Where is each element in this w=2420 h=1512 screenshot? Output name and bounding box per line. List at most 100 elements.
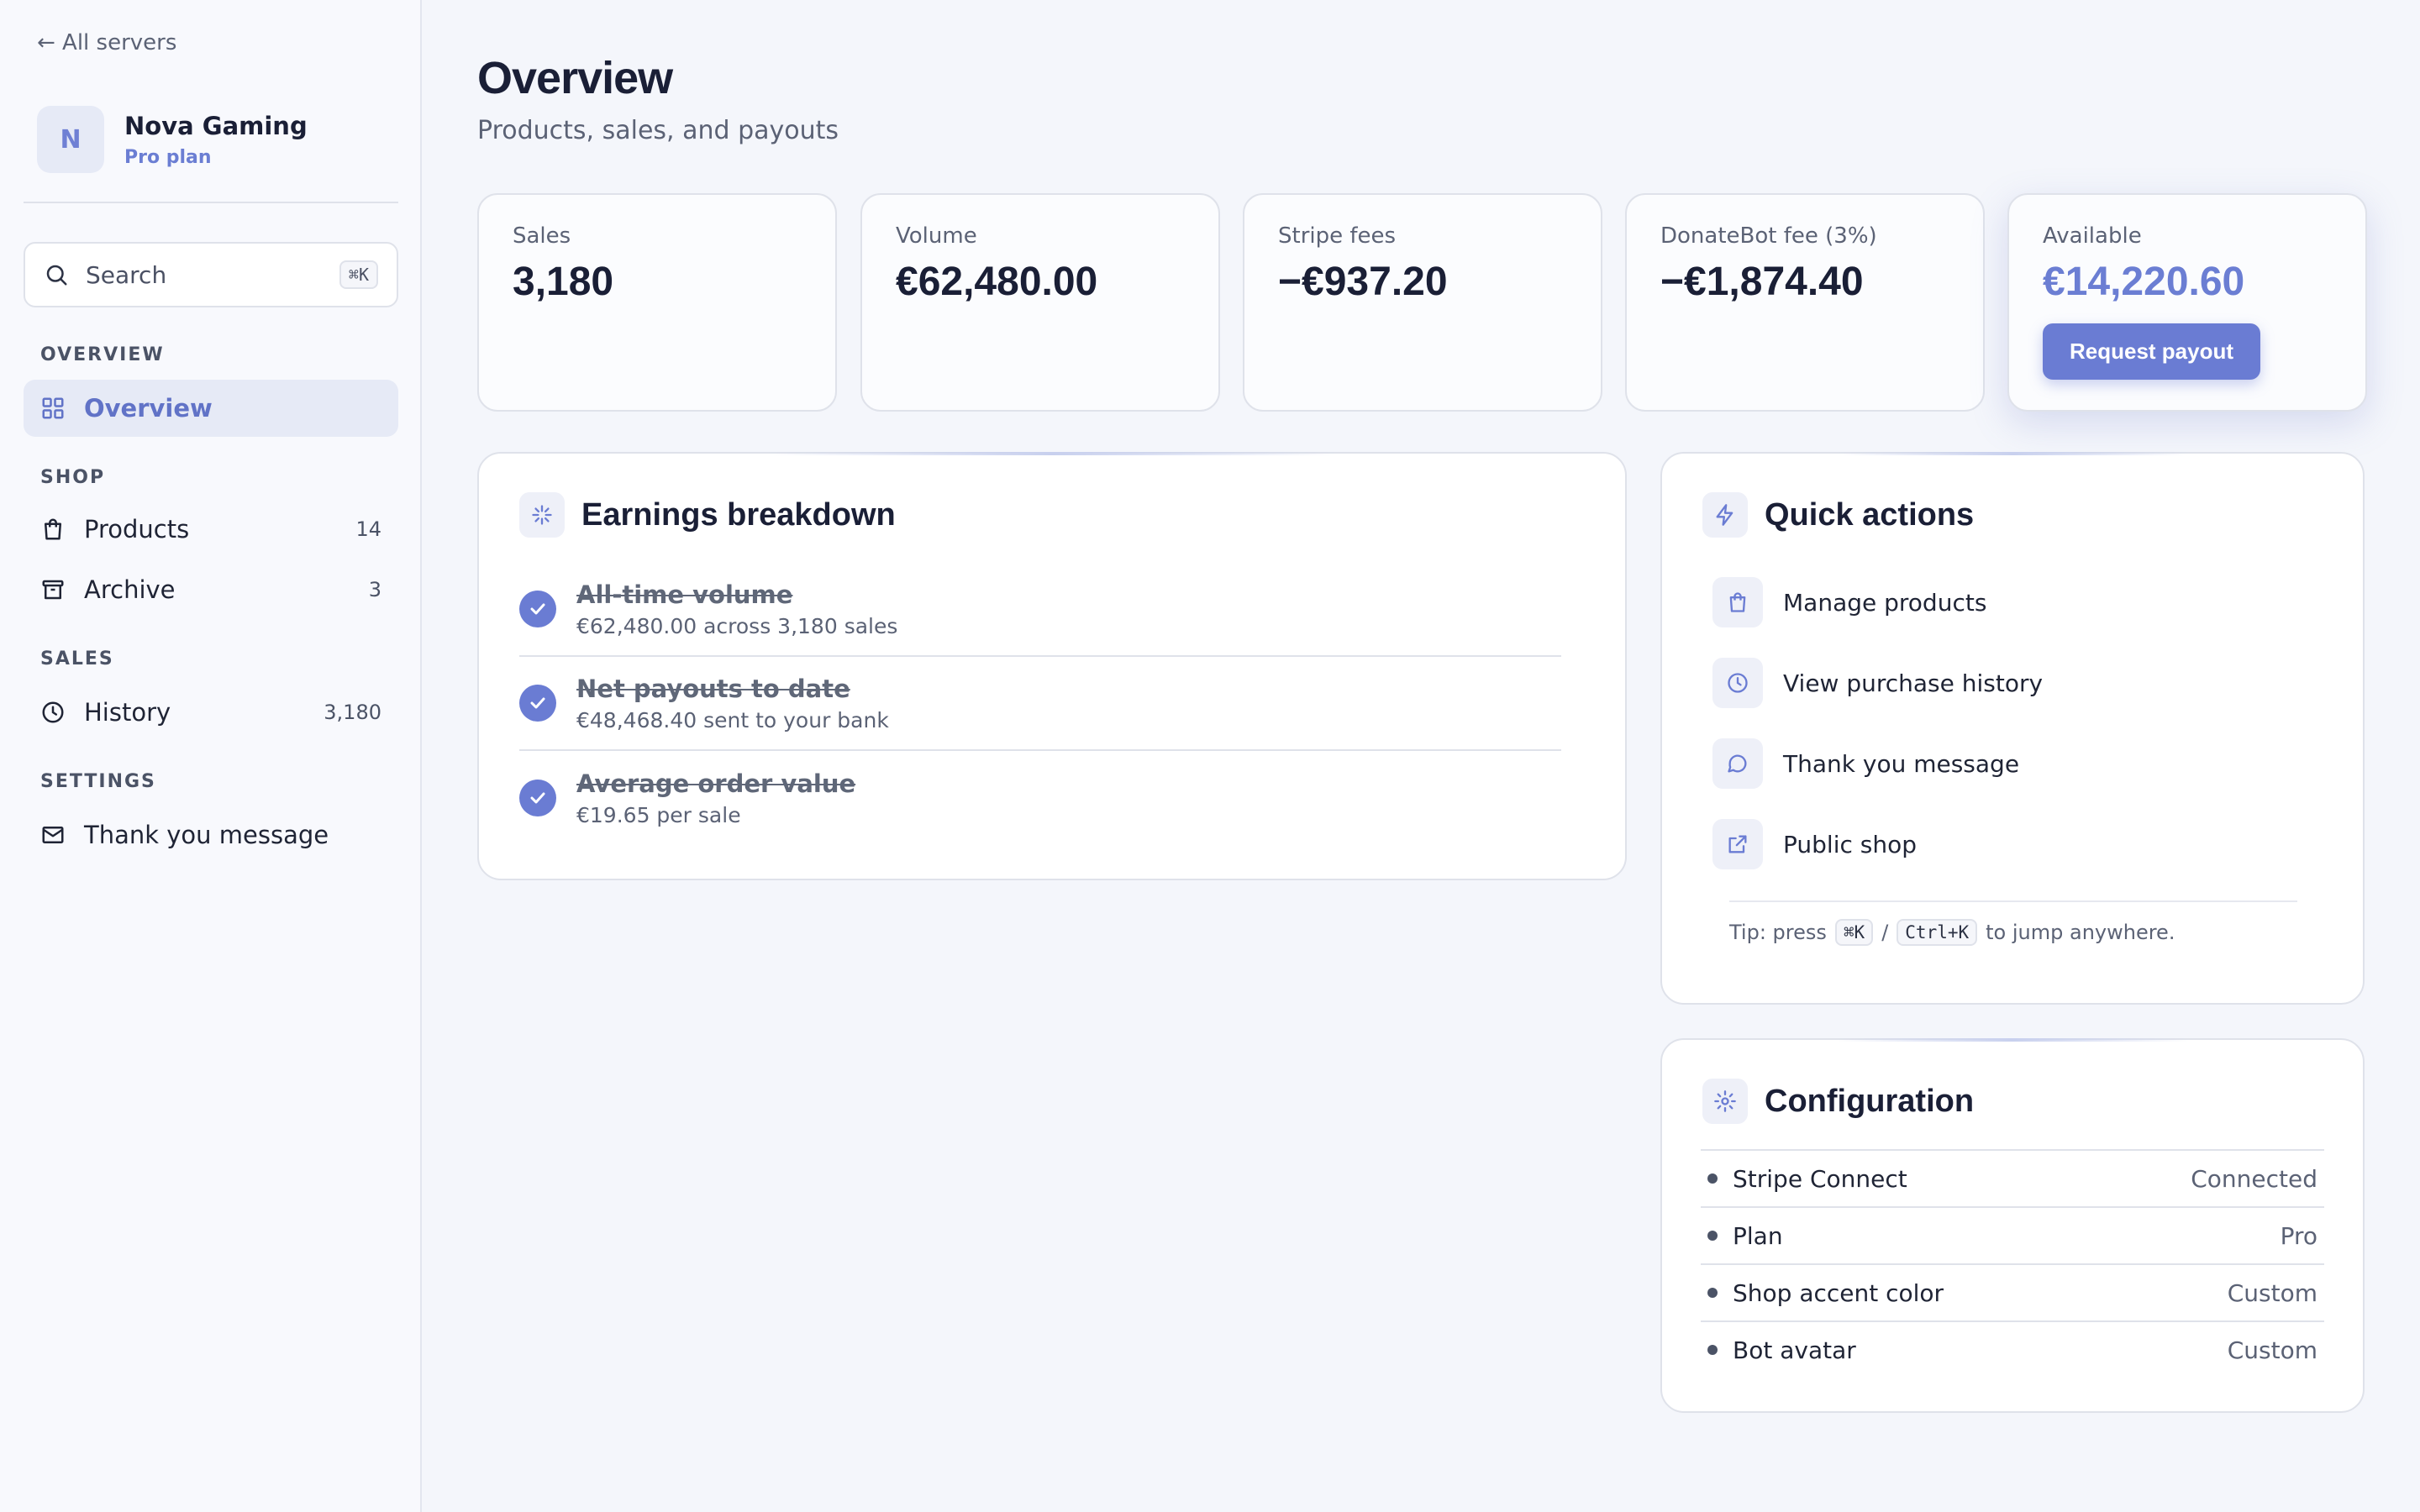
page-subtitle: Products, sales, and payouts bbox=[477, 116, 839, 145]
stat-card-available: Available €14,220.60 Request payout bbox=[2007, 193, 2367, 412]
sidebar-item-label: Products bbox=[84, 515, 190, 543]
panel-title: Earnings breakdown bbox=[581, 496, 896, 533]
quick-action-label: Thank you message bbox=[1783, 749, 2020, 778]
stat-card-sales: Sales 3,180 bbox=[477, 193, 837, 412]
stat-card-stripe-fees: Stripe fees −€937.20 bbox=[1243, 193, 1602, 412]
stat-card-donatebot-fee: DonateBot fee (3%) −€1,874.40 bbox=[1625, 193, 1985, 412]
earnings-row-title: Net payouts to date bbox=[576, 674, 850, 703]
stat-value: €14,220.60 bbox=[2043, 260, 2245, 304]
earnings-row-text: All-time volume €62,480.00 across 3,180 … bbox=[576, 580, 897, 638]
earnings-row-subtitle: €48,468.40 sent to your bank bbox=[576, 707, 889, 732]
config-row-stripe-connect: Stripe Connect Connected bbox=[1701, 1149, 2324, 1206]
stat-label: Sales bbox=[513, 223, 571, 249]
sidebar-item-products[interactable]: Products 14 bbox=[24, 501, 398, 558]
sidebar-item-count: 3,180 bbox=[324, 701, 381, 724]
quick-action-public-shop[interactable]: Public shop bbox=[1712, 818, 1917, 870]
tip-prefix: Tip: press bbox=[1729, 921, 1827, 944]
sidebar-item-count: 3 bbox=[368, 578, 381, 601]
bullet bbox=[1707, 1288, 1718, 1298]
app-root: ← All servers N Nova Gaming Pro plan Sea… bbox=[0, 0, 2420, 1512]
quick-action-label: View purchase history bbox=[1783, 669, 2044, 697]
config-label: Plan bbox=[1733, 1221, 1783, 1250]
quick-actions-divider bbox=[1729, 900, 2297, 902]
tip-suffix: to jump anywhere. bbox=[1986, 921, 2175, 944]
stat-value: −€937.20 bbox=[1278, 260, 1448, 304]
stat-value: 3,180 bbox=[513, 260, 614, 304]
section-heading-shop: SHOP bbox=[40, 467, 106, 488]
quick-action-label: Public shop bbox=[1783, 830, 1918, 858]
quick-actions-panel: Quick actions Manage products View purch… bbox=[1660, 452, 2365, 1005]
server-plan: Pro plan bbox=[124, 146, 212, 168]
server-meta: Nova Gaming Pro plan bbox=[124, 112, 308, 168]
config-label: Shop accent color bbox=[1733, 1278, 1944, 1307]
earnings-row-subtitle: €62,480.00 across 3,180 sales bbox=[576, 613, 898, 638]
sidebar-item-label: Archive bbox=[84, 575, 176, 604]
request-payout-button[interactable]: Request payout bbox=[2043, 323, 2261, 380]
stat-label: Available bbox=[2043, 223, 2142, 249]
all-servers-link[interactable]: ← All servers bbox=[37, 30, 176, 55]
check-icon bbox=[519, 685, 556, 722]
sidebar: ← All servers N Nova Gaming Pro plan Sea… bbox=[0, 0, 422, 1512]
stat-label: Stripe fees bbox=[1278, 223, 1397, 249]
config-label: Stripe Connect bbox=[1733, 1164, 1907, 1193]
earnings-row-subtitle: €19.65 per sale bbox=[576, 802, 741, 827]
tip-key-cmd-k: ⌘K bbox=[1834, 919, 1874, 946]
config-row-plan: Plan Pro bbox=[1701, 1206, 2324, 1263]
gear-icon bbox=[1702, 1079, 1748, 1124]
stat-value: −€1,874.40 bbox=[1660, 260, 1864, 304]
earnings-row-text: Average order value €19.65 per sale bbox=[576, 769, 855, 827]
sidebar-divider bbox=[24, 202, 398, 203]
tip-separator: / bbox=[1881, 921, 1889, 944]
chat-bubble-icon bbox=[1712, 738, 1763, 789]
quick-action-view-purchase-history[interactable]: View purchase history bbox=[1712, 657, 2043, 709]
quick-action-manage-products[interactable]: Manage products bbox=[1712, 576, 1986, 628]
sidebar-item-count: 14 bbox=[355, 517, 381, 541]
grid-icon bbox=[42, 397, 64, 419]
earnings-row-title: Average order value bbox=[576, 769, 856, 798]
earnings-row-all-time-volume[interactable]: All-time volume €62,480.00 across 3,180 … bbox=[519, 563, 1561, 657]
panel-title: Quick actions bbox=[1765, 496, 1975, 533]
sidebar-item-label: History bbox=[84, 698, 171, 727]
bullet bbox=[1707, 1173, 1718, 1184]
external-link-icon bbox=[1712, 819, 1763, 869]
shopping-bag-icon bbox=[45, 518, 61, 540]
tip-key-ctrl-k: Ctrl+K bbox=[1897, 919, 1978, 946]
panel-header: Quick actions bbox=[1702, 492, 1974, 538]
earnings-breakdown-panel: Earnings breakdown All-time volume €62,4… bbox=[477, 452, 1627, 880]
clock-icon bbox=[42, 701, 64, 723]
page-title: Overview bbox=[477, 53, 673, 103]
config-row-bot-avatar: Bot avatar Custom bbox=[1701, 1320, 2324, 1378]
earnings-row-average-order-value[interactable]: Average order value €19.65 per sale bbox=[519, 751, 1561, 845]
panel-accent-line bbox=[765, 452, 1339, 455]
earnings-row-net-payouts[interactable]: Net payouts to date €48,468.40 sent to y… bbox=[519, 657, 1561, 751]
search-shortcut-badge: ⌘K bbox=[339, 260, 378, 289]
config-label: Bot avatar bbox=[1733, 1336, 1856, 1364]
sidebar-item-history[interactable]: History 3,180 bbox=[24, 684, 398, 741]
search-input[interactable]: Search ⌘K bbox=[24, 242, 398, 307]
clock-icon bbox=[1712, 658, 1763, 708]
panel-accent-line bbox=[1837, 452, 2188, 455]
sidebar-item-thank-you-message[interactable]: Thank you message bbox=[24, 806, 398, 864]
sidebar-item-archive[interactable]: Archive 3 bbox=[24, 561, 398, 618]
sidebar-item-label: Overview bbox=[84, 394, 213, 423]
bullet bbox=[1707, 1345, 1718, 1355]
configuration-panel: Configuration Stripe Connect Connected P… bbox=[1660, 1038, 2365, 1413]
shopping-bag-icon bbox=[1712, 577, 1763, 627]
sidebar-item-overview[interactable]: Overview bbox=[24, 380, 398, 437]
server-avatar: N bbox=[37, 106, 104, 173]
archive-icon bbox=[42, 580, 64, 600]
check-icon bbox=[519, 780, 556, 816]
config-row-shop-accent-color: Shop accent color Custom bbox=[1701, 1263, 2324, 1320]
quick-action-label: Manage products bbox=[1783, 588, 1987, 617]
check-icon bbox=[519, 591, 556, 627]
server-card: N Nova Gaming Pro plan bbox=[37, 106, 390, 173]
config-value: Custom bbox=[2227, 1336, 2317, 1364]
quick-action-thank-you-message[interactable]: Thank you message bbox=[1712, 738, 2019, 790]
search-placeholder: Search bbox=[86, 260, 167, 289]
section-heading-overview: OVERVIEW bbox=[40, 344, 165, 365]
section-heading-settings: SETTINGS bbox=[40, 771, 156, 792]
panel-title: Configuration bbox=[1765, 1083, 1975, 1119]
stat-card-volume: Volume €62,480.00 bbox=[860, 193, 1220, 412]
panel-header: Earnings breakdown bbox=[519, 492, 896, 538]
shortcut-tip: Tip: press ⌘K / Ctrl+K to jump anywhere. bbox=[1729, 919, 2175, 946]
